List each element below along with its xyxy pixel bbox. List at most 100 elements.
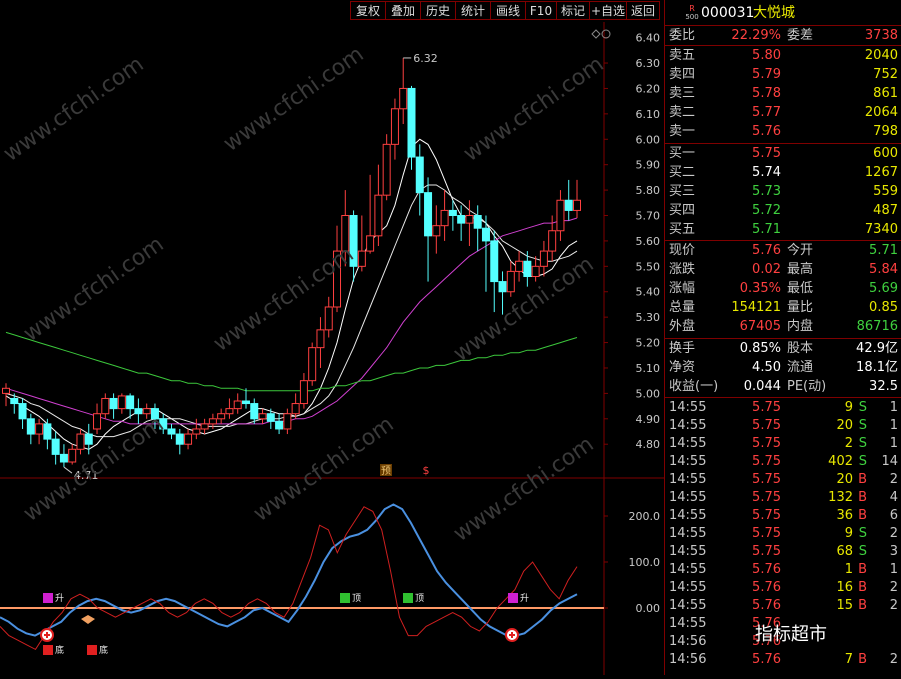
kline-chart: 6.40 6.30 6.20 6.10 6.00 5.90 5.80 5.70 5.60 5.50…	[0, 22, 664, 675]
price-tick-label: 6.30	[636, 57, 661, 70]
toolbar-button-8[interactable]: 返回	[626, 1, 660, 20]
price-tick-label: 5.00	[636, 387, 661, 400]
candle-body	[117, 395, 126, 410]
candle-body	[382, 143, 391, 196]
price-tick-label: 5.20	[636, 337, 661, 350]
fund-value: 42.9亿	[856, 341, 898, 356]
candle-body	[225, 408, 234, 415]
tick-count: 2	[889, 598, 898, 613]
toolbar-button-6[interactable]: 标记	[556, 1, 590, 20]
candle-body	[556, 199, 565, 232]
ask-row: 卖五 5.80 2040	[665, 47, 901, 65]
candle-body	[498, 281, 507, 293]
tick-time: 14:55	[669, 544, 707, 559]
separator	[665, 45, 901, 46]
toolbar-button-0[interactable]: 复权	[350, 1, 386, 20]
separator	[665, 240, 901, 241]
tick-row: 14:56 5.76 7 B 2	[665, 651, 901, 669]
tick-count: 6	[889, 508, 898, 523]
candle-body	[564, 199, 573, 211]
signal-label: 升	[55, 593, 64, 604]
tick-time: 14:55	[669, 508, 707, 523]
fund-value: 0.85%	[739, 341, 781, 356]
tick-time: 14:55	[669, 472, 707, 487]
toolbar-button-1[interactable]: 叠加	[385, 1, 421, 20]
price-tick-label: 6.10	[636, 108, 661, 121]
bid-price: 5.73	[752, 184, 781, 199]
tick-time: 14:55	[669, 436, 707, 451]
bid-label: 买三	[669, 184, 696, 199]
weicha-label: 委差	[787, 28, 814, 43]
ask-row: 卖一 5.76 798	[665, 123, 901, 141]
ask-price: 5.78	[752, 86, 781, 101]
candle-body	[126, 395, 135, 410]
tick-row: 14:55 5.75 20 B 2	[665, 471, 901, 489]
signal-box	[43, 645, 53, 655]
tick-volume: 7	[844, 652, 853, 667]
bid-volume: 1267	[864, 165, 898, 180]
stat-value: 67405	[739, 319, 781, 334]
ask-price: 5.79	[752, 67, 781, 82]
site-watermark: www.cfchi.com	[249, 412, 398, 527]
tick-count: 1	[889, 418, 898, 433]
bid-price: 5.72	[752, 203, 781, 218]
quote-panel: R 500 000031 大悦城 委比 22.29% 委差 3738 卖五 5.80 204…	[664, 0, 901, 675]
candle-body	[407, 87, 416, 158]
candle-body	[523, 260, 532, 277]
tick-row: 14:55 5.75 68 S 3	[665, 543, 901, 561]
price-tick-label: 5.80	[636, 184, 661, 197]
stock-header: R 500 000031 大悦城	[665, 2, 901, 24]
price-tick-label: 4.90	[636, 413, 661, 426]
toolbar-button-4[interactable]: 画线	[490, 1, 526, 20]
separator	[665, 25, 901, 26]
signal-box	[403, 593, 413, 603]
price-tick-label: 5.90	[636, 159, 661, 172]
toolbar-button-7[interactable]: +自选	[589, 1, 627, 20]
ask-row: 卖四 5.79 752	[665, 66, 901, 84]
toolbar-button-3[interactable]: 统计	[455, 1, 491, 20]
tick-count: 1	[889, 400, 898, 415]
toolbar-button-2[interactable]: 历史	[420, 1, 456, 20]
osc-tick-label: 100.0	[629, 556, 661, 569]
candle-body	[324, 306, 333, 331]
ask-volume: 2040	[864, 48, 898, 63]
kline-chart-area[interactable]: 6.40 6.30 6.20 6.10 6.00 5.90 5.80 5.70 5.60 5.50…	[0, 22, 664, 675]
settings-icon	[591, 29, 601, 39]
ask-label: 卖五	[669, 48, 696, 63]
ask-volume: 798	[873, 124, 898, 139]
candle-body	[366, 235, 375, 252]
stat-label: 今开	[787, 243, 814, 258]
weibi-row: 委比 22.29% 委差 3738	[665, 27, 901, 45]
candle-body	[192, 428, 201, 435]
candle-body	[299, 380, 308, 405]
fund-row: 收益(一) 0.044 PE(动) 32.5	[665, 378, 901, 396]
candle-body	[291, 403, 300, 415]
candle-body	[59, 453, 68, 463]
candle-body	[93, 413, 102, 430]
toolbar-button-5[interactable]: F10	[525, 1, 557, 20]
dollar-marker: $	[423, 464, 430, 477]
tick-volume: 20	[836, 418, 853, 433]
tick-volume: 16	[836, 580, 853, 595]
stat-label: 外盘	[669, 319, 696, 334]
stat-value: 5.84	[869, 262, 898, 277]
ask-label: 卖二	[669, 105, 696, 120]
candle-body	[10, 397, 19, 405]
tick-side: B	[858, 472, 867, 487]
fund-label: 净资	[669, 360, 696, 375]
ask-label: 卖三	[669, 86, 696, 101]
fund-label: 流通	[787, 360, 814, 375]
stat-value: 5.76	[752, 243, 781, 258]
price-tick-label: 5.10	[636, 362, 661, 375]
tick-count: 1	[889, 562, 898, 577]
tick-count: 2	[889, 652, 898, 667]
tick-row: 14:55 5.75 9 S 1	[665, 399, 901, 417]
signal-label: 底	[55, 644, 64, 656]
candle-body	[490, 240, 499, 283]
candle-body	[76, 433, 85, 450]
tick-price: 5.76	[752, 580, 781, 595]
tick-side: S	[858, 418, 867, 433]
tick-price: 5.76	[752, 598, 781, 613]
stat-row: 外盘 67405 内盘 86716	[665, 318, 901, 336]
stock-code: 000031	[701, 5, 755, 21]
